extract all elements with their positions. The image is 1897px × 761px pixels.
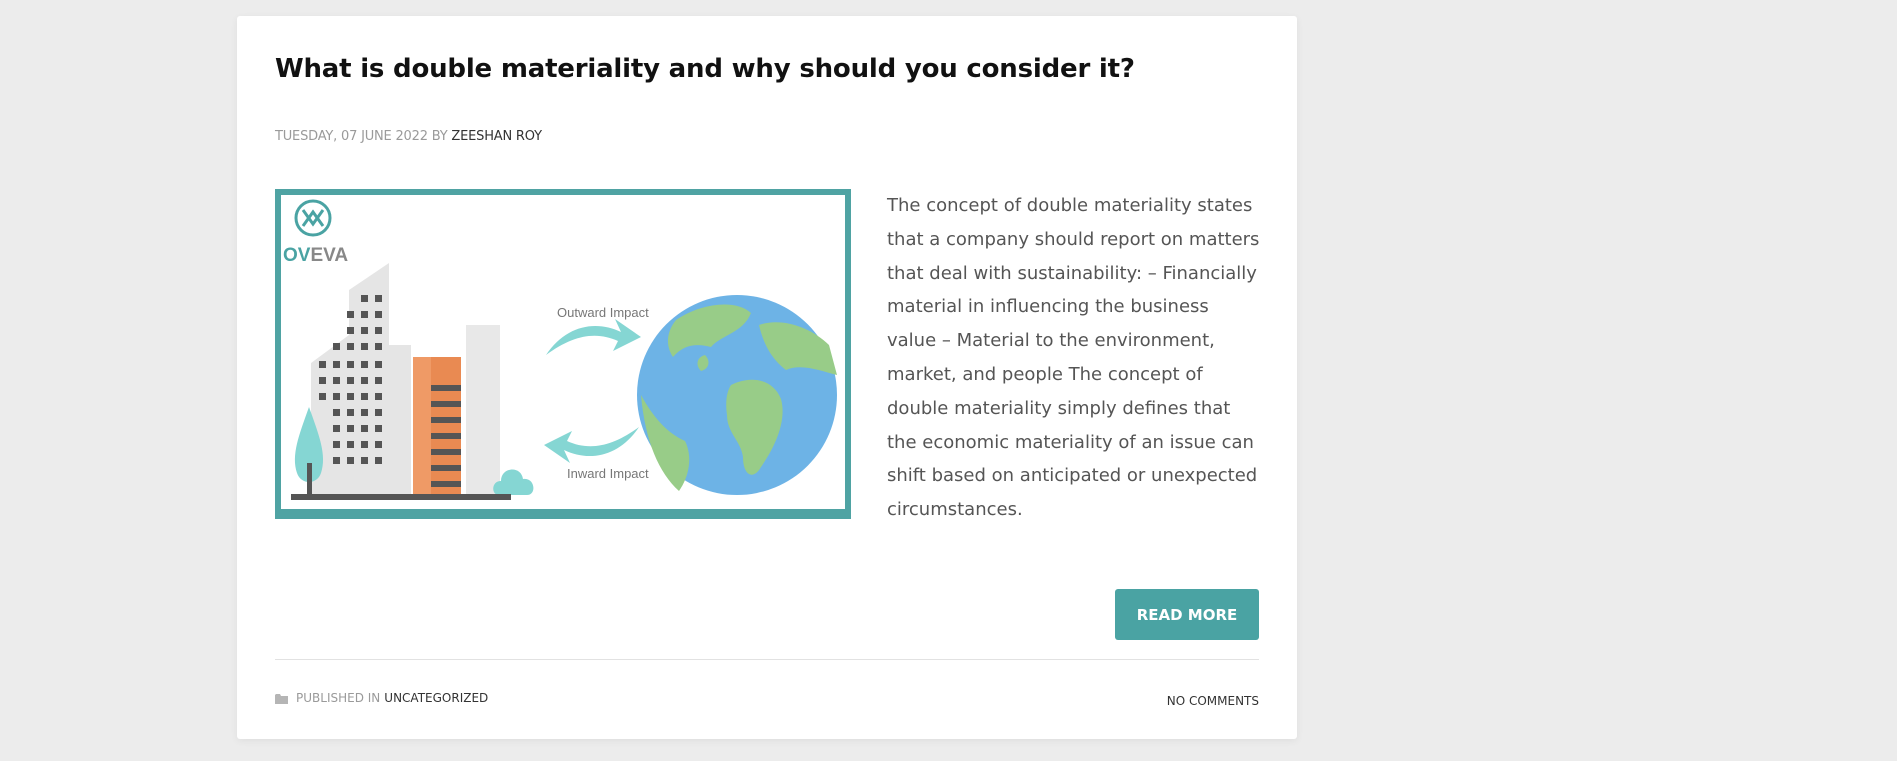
post-category: PUBLISHED IN UNCATEGORIZED — [275, 691, 488, 705]
read-more-button[interactable]: READ MORE — [1115, 589, 1259, 640]
earth-icon — [637, 295, 837, 495]
back-building — [466, 325, 500, 495]
double-materiality-illustration: OVEVA Outward Impact Inward Impact — [283, 199, 837, 500]
outward-impact-label: Outward Impact — [557, 305, 649, 320]
divider — [275, 659, 1259, 660]
post-meta: TUESDAY, 07 JUNE 2022 BY ZEESHAN ROY — [275, 129, 542, 144]
outward-arrow-icon — [546, 319, 641, 355]
logo-text: OVEVA — [283, 245, 348, 266]
post-card: What is double materiality and why shoul… — [237, 16, 1297, 739]
oveva-logo-icon — [294, 199, 332, 237]
folder-icon — [275, 693, 288, 704]
post-excerpt: The concept of double materiality states… — [887, 195, 1260, 521]
post-title[interactable]: What is double materiality and why shoul… — [275, 54, 1135, 84]
author-link[interactable]: ZEESHAN ROY — [451, 129, 542, 144]
post-date: TUESDAY, 07 JUNE 2022 — [275, 129, 428, 144]
by-label: BY — [431, 129, 448, 144]
ground-line — [291, 494, 511, 500]
category-link[interactable]: UNCATEGORIZED — [384, 691, 488, 705]
inward-arrow-icon — [544, 427, 639, 463]
inward-impact-label: Inward Impact — [567, 466, 649, 481]
post-featured-image[interactable]: OVEVA Outward Impact Inward Impact — [275, 189, 851, 519]
comments-link[interactable]: NO COMMENTS — [1167, 694, 1259, 708]
published-in-label: PUBLISHED IN — [296, 691, 381, 705]
